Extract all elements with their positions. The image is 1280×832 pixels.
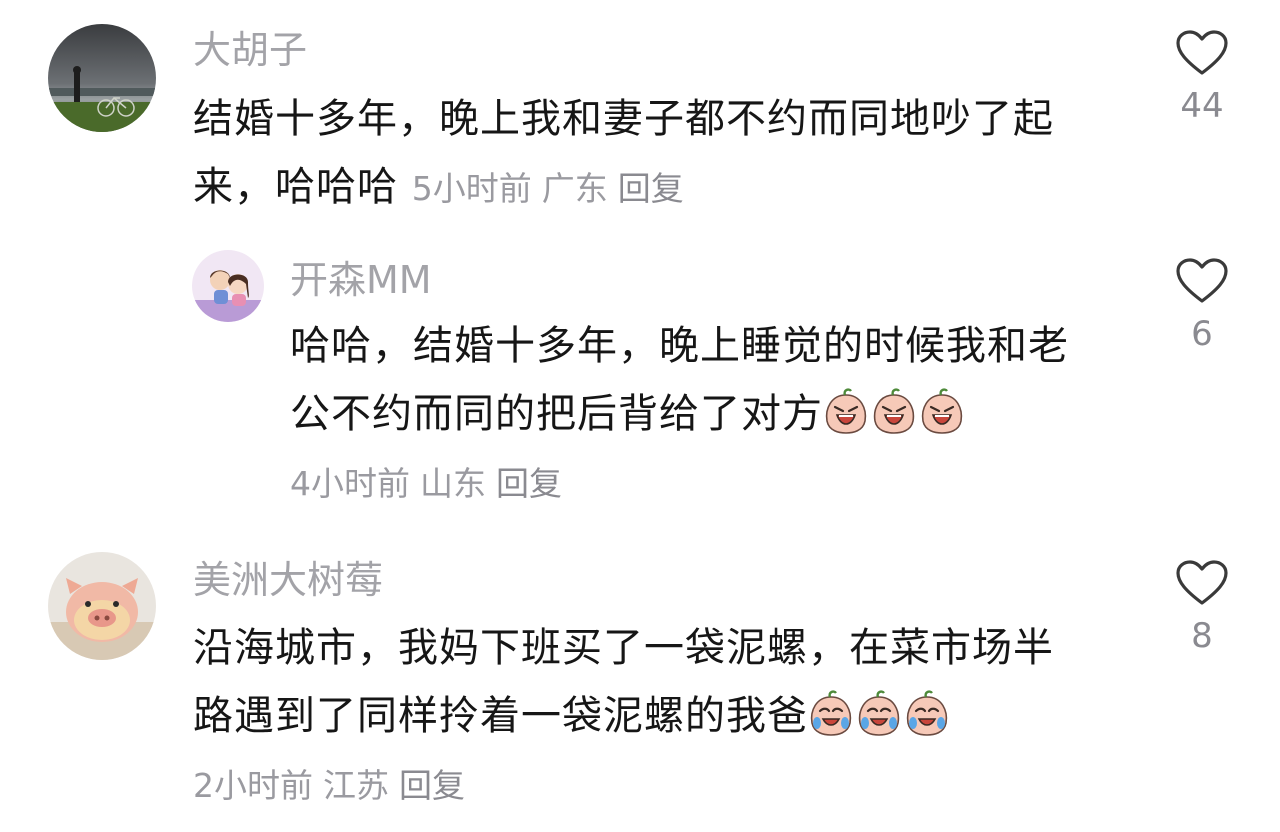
like-button[interactable]: 44 xyxy=(1172,30,1232,126)
reply-button[interactable]: 回复 xyxy=(399,766,465,805)
username[interactable]: 大胡子 xyxy=(193,31,307,69)
comment-item: 美洲大树莓 沿海城市，我妈下班买了一袋泥螺，在菜市场半路遇到了同样拎着一袋泥螺的… xyxy=(0,530,1280,830)
crying-peach-emoji xyxy=(906,690,948,736)
comment-item: 开森MM 哈哈，结婚十多年，晚上睡觉的时候我和老公不约而同的把后背给了对方 4小… xyxy=(0,230,1280,520)
comment-location: 广东 xyxy=(541,169,608,208)
avatar[interactable] xyxy=(192,250,264,322)
like-count: 8 xyxy=(1191,616,1213,656)
heart-outline-icon[interactable] xyxy=(1176,258,1228,304)
comment-time: 5小时前 xyxy=(411,169,532,208)
emoji-group xyxy=(808,690,952,739)
crying-peach-emoji xyxy=(825,388,867,434)
comment-item: 大胡子 结婚十多年，晚上我和妻子都不约而同地吵了起来，哈哈哈 5小时前 广东 回复 … xyxy=(0,0,1280,230)
comment-location: 山东 xyxy=(420,464,486,503)
comment-location: 江苏 xyxy=(323,766,389,805)
comment-body: 沿海城市，我妈下班买了一袋泥螺，在菜市场半路遇到了同样拎着一袋泥螺的我爸 2小时… xyxy=(193,614,1093,820)
crying-peach-emoji xyxy=(858,690,900,736)
avatar[interactable] xyxy=(48,24,156,132)
emoji-group xyxy=(823,388,967,437)
comment-meta: 4小时前 山东 回复 xyxy=(290,464,572,503)
comment-body: 哈哈，结婚十多年，晚上睡觉的时候我和老公不约而同的把后背给了对方 4小时前 山东回… xyxy=(290,312,1100,518)
username[interactable]: 美洲大树莓 xyxy=(193,561,383,599)
heart-outline-icon[interactable] xyxy=(1176,30,1228,76)
comment-meta: 5小时前 广东 回复 xyxy=(412,169,694,208)
crying-peach-emoji xyxy=(810,690,852,736)
like-count: 6 xyxy=(1191,314,1213,354)
comment-body: 结婚十多年，晚上我和妻子都不约而同地吵了起来，哈哈哈 5小时前 广东 回复 xyxy=(193,85,1093,223)
like-count: 44 xyxy=(1180,86,1224,126)
crying-peach-emoji xyxy=(873,388,915,434)
reply-button[interactable]: 回复 xyxy=(496,464,562,503)
comment-time: 2小时前 xyxy=(193,766,313,805)
comment-time: 4小时前 xyxy=(290,464,410,503)
avatar[interactable] xyxy=(48,552,156,660)
heart-outline-icon[interactable] xyxy=(1176,560,1228,606)
like-button[interactable]: 8 xyxy=(1172,560,1232,656)
reply-button[interactable]: 回复 xyxy=(618,169,684,208)
comment-list: 大胡子 结婚十多年，晚上我和妻子都不约而同地吵了起来，哈哈哈 5小时前 广东 回复 … xyxy=(0,0,1280,832)
like-button[interactable]: 6 xyxy=(1172,258,1232,354)
username[interactable]: 开森MM xyxy=(290,261,432,299)
comment-meta: 2小时前 江苏 回复 xyxy=(193,766,475,805)
crying-peach-emoji xyxy=(921,388,963,434)
